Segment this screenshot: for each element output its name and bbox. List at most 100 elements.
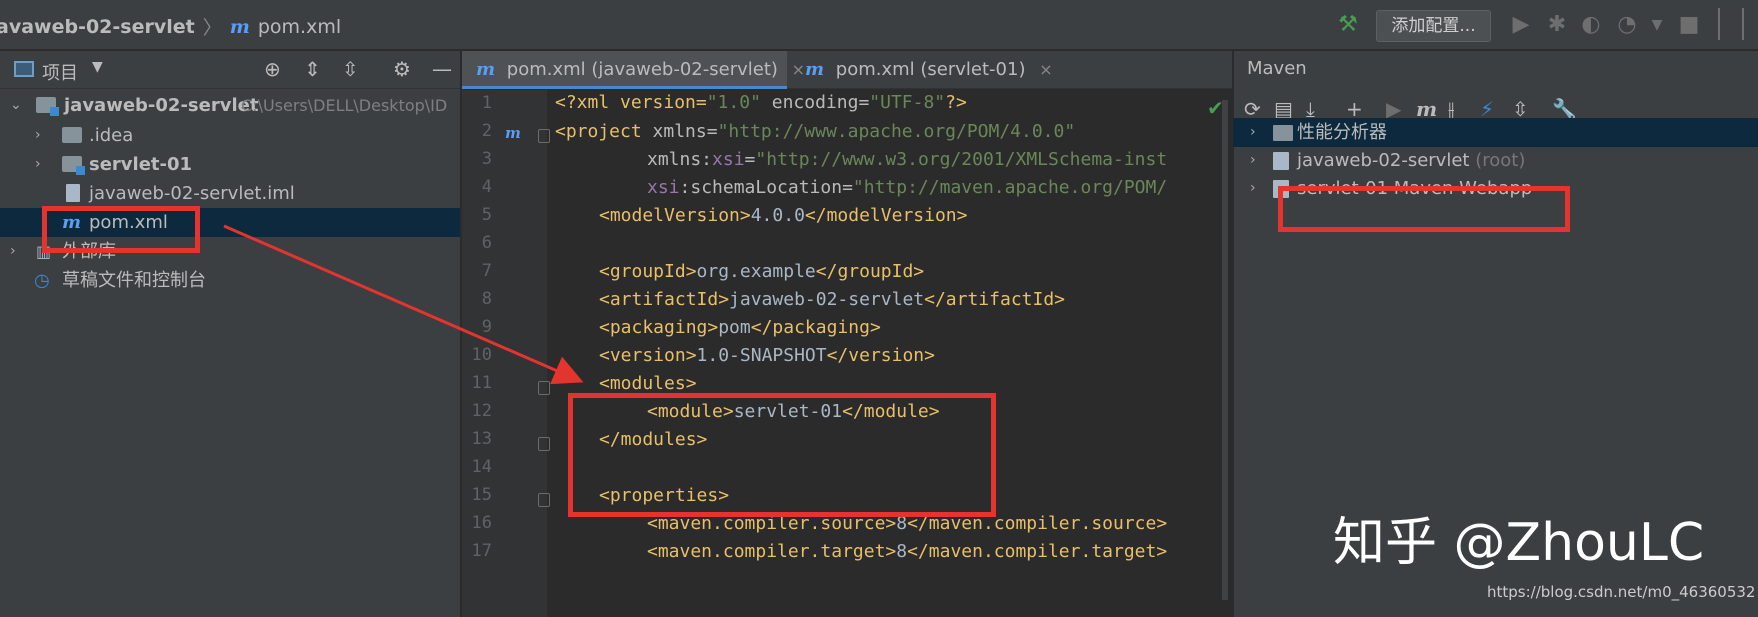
line-number: 15 bbox=[471, 485, 492, 505]
debug-icon[interactable]: ✱ bbox=[1544, 12, 1570, 38]
line-number: 10 bbox=[471, 345, 492, 365]
fold-marker-icon[interactable] bbox=[538, 493, 550, 507]
chevron-down-icon[interactable]: ▼ bbox=[1644, 12, 1670, 38]
breadcrumb: avaweb-02-servlet 〉 m pom.xml bbox=[0, 13, 341, 40]
line-number: 3 bbox=[481, 149, 492, 169]
line-number: 9 bbox=[481, 317, 492, 337]
breadcrumb-project[interactable]: avaweb-02-servlet bbox=[0, 16, 195, 38]
chevron-right-icon[interactable]: › bbox=[1250, 174, 1256, 203]
locate-icon[interactable]: ⊕ bbox=[264, 57, 281, 81]
maven-navigate-icon[interactable]: m bbox=[505, 124, 521, 142]
tree-item-label: servlet-01 bbox=[89, 154, 193, 175]
tree-item-scratches[interactable]: ◷ 草稿文件和控制台 bbox=[0, 266, 460, 295]
line-number: 8 bbox=[481, 289, 492, 309]
chevron-down-icon[interactable]: ▼ bbox=[92, 59, 103, 75]
expand-all-icon[interactable]: ⇕ bbox=[304, 57, 321, 81]
tree-item-label: .idea bbox=[89, 125, 134, 146]
line-number: 4 bbox=[481, 177, 492, 197]
maven-item-label: javaweb-02-servlet bbox=[1297, 150, 1470, 171]
tree-item-label: javaweb-02-servlet.iml bbox=[89, 183, 295, 204]
folder-icon bbox=[62, 127, 82, 143]
tree-item-label: 草稿文件和控制台 bbox=[62, 270, 206, 291]
code-line-11: <modules> bbox=[599, 373, 697, 394]
code-line-10: <version>1.0-SNAPSHOT</version> bbox=[599, 345, 935, 366]
maven-item-root-project[interactable]: › javaweb-02-servlet (root) bbox=[1233, 146, 1758, 175]
code-line-1: <?xml version="1.0" encoding="UTF-8"?> bbox=[555, 92, 967, 113]
code-line-5: <modelVersion>4.0.0</modelVersion> bbox=[599, 205, 968, 226]
tree-item-idea[interactable]: › .idea bbox=[0, 121, 460, 150]
code-line-7: <groupId>org.example</groupId> bbox=[599, 261, 925, 282]
close-icon[interactable]: × bbox=[1039, 60, 1052, 79]
chevron-right-icon[interactable]: › bbox=[10, 237, 16, 266]
gear-icon[interactable]: ⚙ bbox=[393, 57, 411, 81]
project-panel-title[interactable]: 项目 bbox=[42, 59, 78, 85]
annotation-box-modules bbox=[568, 393, 996, 517]
module-folder-icon bbox=[36, 97, 59, 116]
project-view-icon bbox=[14, 61, 34, 77]
collapse-all-icon[interactable]: ⇳ bbox=[342, 57, 359, 81]
watermark: 知乎 @ZhouLC bbox=[1333, 513, 1705, 573]
chevron-right-icon[interactable]: › bbox=[35, 121, 41, 150]
profiles-folder-icon bbox=[1273, 125, 1293, 141]
line-number: 1 bbox=[481, 93, 492, 113]
line-number: 6 bbox=[481, 233, 492, 253]
code-line-3: xmlns:xsi="http://www.w3.org/2001/XMLSch… bbox=[647, 149, 1168, 170]
line-number: 5 bbox=[481, 205, 492, 225]
tree-item-iml-file[interactable]: javaweb-02-servlet.iml bbox=[0, 179, 460, 208]
line-number: 11 bbox=[471, 373, 492, 393]
tree-item-path: C:\Users\DELL\Desktop\ID bbox=[241, 96, 448, 115]
project-panel-header: 项目 ▼ ⊕ ⇕ ⇳ ⚙ — bbox=[0, 51, 460, 89]
line-number: 7 bbox=[481, 261, 492, 281]
coverage-icon[interactable]: ◐ bbox=[1578, 12, 1604, 38]
maven-file-icon: m bbox=[476, 59, 496, 80]
iml-file-icon bbox=[66, 184, 80, 202]
breadcrumb-file[interactable]: pom.xml bbox=[258, 16, 341, 38]
maven-file-icon: m bbox=[805, 59, 825, 80]
run-icon[interactable]: ▶ bbox=[1508, 12, 1534, 38]
check-icon: ✔ bbox=[1207, 96, 1224, 120]
annotation-box-maven-module bbox=[1278, 186, 1570, 232]
scratches-icon: ◷ bbox=[34, 270, 50, 291]
line-number: 12 bbox=[471, 401, 492, 421]
maven-item-profiles[interactable]: › 性能分析器 bbox=[1233, 118, 1758, 147]
line-number: 16 bbox=[471, 513, 492, 533]
navigation-bar: avaweb-02-servlet 〉 m pom.xml ⚒ 添加配置... … bbox=[0, 0, 1758, 50]
hide-icon[interactable]: — bbox=[432, 57, 452, 81]
source-url: https://blog.csdn.net/m0_46360532 bbox=[1487, 583, 1756, 601]
line-number: 13 bbox=[471, 429, 492, 449]
maven-file-icon: m bbox=[229, 15, 250, 38]
line-number: 2 bbox=[481, 121, 492, 141]
code-line-9: <packaging>pom</packaging> bbox=[599, 317, 881, 338]
layout-icon[interactable] bbox=[1718, 8, 1744, 40]
tab-label: pom.xml (javaweb-02-servlet) bbox=[506, 59, 778, 80]
module-folder-icon bbox=[62, 156, 85, 175]
tab-label: pom.xml (servlet-01) bbox=[835, 59, 1026, 80]
profile-icon[interactable]: ◔ bbox=[1614, 12, 1640, 38]
editor-scrollbar[interactable] bbox=[1222, 100, 1228, 600]
hammer-icon[interactable]: ⚒ bbox=[1335, 12, 1361, 38]
maven-panel-title: Maven bbox=[1247, 58, 1307, 79]
chevron-right-icon[interactable]: › bbox=[1250, 146, 1256, 175]
code-line-8: <artifactId>javaweb-02-servlet</artifact… bbox=[599, 289, 1066, 310]
line-number: 17 bbox=[471, 541, 492, 561]
maven-item-label: 性能分析器 bbox=[1297, 122, 1387, 143]
breadcrumb-separator-icon: 〉 bbox=[202, 17, 222, 39]
chevron-right-icon[interactable]: › bbox=[35, 150, 41, 179]
tree-item-servlet-01[interactable]: › servlet-01 bbox=[0, 150, 460, 179]
root-suffix: (root) bbox=[1475, 150, 1526, 171]
tree-item-root-project[interactable]: ⌄ javaweb-02-servlet C:\Users\DELL\Deskt… bbox=[0, 91, 460, 120]
tab-pom-servlet-01[interactable]: m pom.xml (servlet-01) × bbox=[795, 51, 1053, 89]
fold-marker-icon[interactable] bbox=[538, 381, 550, 395]
add-configuration-button[interactable]: 添加配置... bbox=[1376, 10, 1491, 42]
code-line-4: xsi:schemaLocation="http://maven.apache.… bbox=[647, 177, 1168, 198]
code-line-2: <project xmlns="http://www.apache.org/PO… bbox=[555, 121, 1076, 142]
chevron-down-icon[interactable]: ⌄ bbox=[10, 91, 22, 120]
code-line-17: <maven.compiler.target>8</maven.compiler… bbox=[647, 541, 1168, 562]
editor-tabs: m pom.xml (javaweb-02-servlet) × m pom.x… bbox=[462, 51, 1232, 89]
tree-item-label: javaweb-02-servlet bbox=[64, 95, 259, 116]
fold-marker-icon[interactable] bbox=[538, 129, 550, 143]
stop-icon[interactable]: ■ bbox=[1676, 12, 1702, 38]
chevron-right-icon[interactable]: › bbox=[1250, 118, 1256, 147]
fold-marker-icon[interactable] bbox=[538, 437, 550, 451]
tab-pom-parent[interactable]: m pom.xml (javaweb-02-servlet) × bbox=[462, 51, 805, 89]
